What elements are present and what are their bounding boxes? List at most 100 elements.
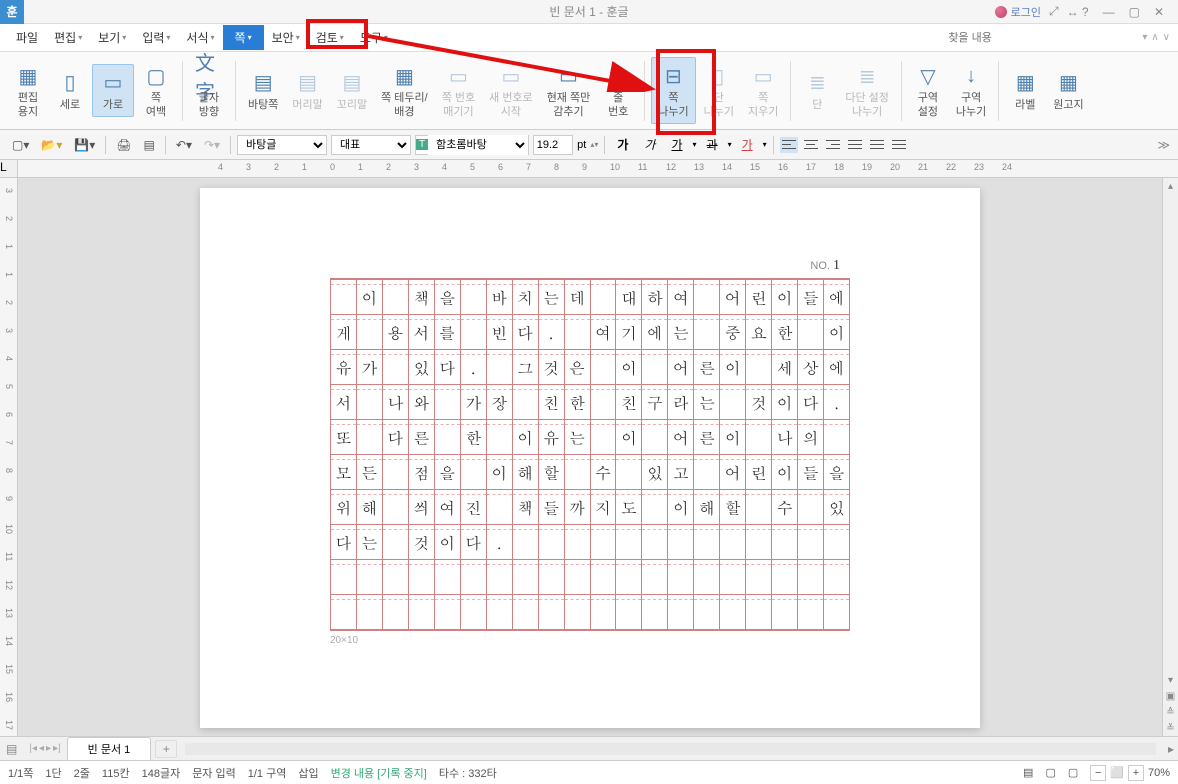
grid-cell[interactable] [383, 280, 409, 314]
grid-cell[interactable]: 가 [357, 350, 383, 384]
grid-cell[interactable]: 다 [383, 420, 409, 454]
grid-cell[interactable]: 이 [616, 350, 642, 384]
grid-cell[interactable]: 까 [565, 490, 591, 524]
grid-cell[interactable]: 유 [539, 420, 565, 454]
grid-cell[interactable] [513, 595, 539, 629]
grid-cell[interactable]: 친 [539, 385, 565, 419]
grid-cell[interactable] [565, 525, 591, 559]
grid-cell[interactable]: 을 [435, 280, 461, 314]
grid-cell[interactable]: 있 [409, 350, 435, 384]
grid-cell[interactable] [824, 525, 850, 559]
menu-입력[interactable]: 입력 ▾ [134, 25, 178, 50]
tabbar-menu-icon[interactable]: ▤ [0, 742, 23, 756]
grid-cell[interactable] [720, 525, 746, 559]
grid-cell[interactable]: 여 [435, 490, 461, 524]
grid-cell[interactable]: 치 [513, 280, 539, 314]
grid-cell[interactable]: 여 [668, 280, 694, 314]
grid-cell[interactable]: 수 [591, 455, 617, 489]
grid-cell[interactable]: 는 [565, 420, 591, 454]
scroll-page-down-icon[interactable]: ≚ [1163, 720, 1178, 736]
grid-cell[interactable]: 와 [409, 385, 435, 419]
grid-cell[interactable]: 들 [798, 280, 824, 314]
grid-cell[interactable]: 어 [720, 455, 746, 489]
font-size-input[interactable] [533, 135, 573, 155]
grid-cell[interactable] [694, 560, 720, 594]
grid-cell[interactable]: 다 [435, 350, 461, 384]
grid-cell[interactable]: 도 [616, 490, 642, 524]
grid-cell[interactable] [824, 560, 850, 594]
grid-cell[interactable] [720, 385, 746, 419]
grid-cell[interactable]: 해 [513, 455, 539, 489]
grid-cell[interactable]: 을 [824, 455, 850, 489]
grid-cell[interactable]: 여 [591, 315, 617, 349]
grid-cell[interactable]: 있 [642, 455, 668, 489]
grid-cell[interactable] [798, 315, 824, 349]
grid-cell[interactable] [772, 525, 798, 559]
grid-cell[interactable] [591, 595, 617, 629]
grid-cell[interactable]: 게 [331, 315, 357, 349]
grid-cell[interactable]: 를 [435, 315, 461, 349]
grid-cell[interactable] [642, 350, 668, 384]
grid-cell[interactable] [487, 490, 513, 524]
align-distribute-button[interactable] [868, 137, 886, 153]
font-select[interactable]: 함초롬바탕 [428, 135, 528, 155]
grid-cell[interactable] [331, 280, 357, 314]
grid-cell[interactable] [798, 595, 824, 629]
login-button[interactable]: 로그인 [995, 4, 1041, 20]
grid-cell[interactable] [409, 595, 435, 629]
maximize-button[interactable]: ▢ [1123, 5, 1146, 19]
grid-cell[interactable]: . [824, 385, 850, 419]
grid-cell[interactable] [539, 560, 565, 594]
grid-cell[interactable] [383, 560, 409, 594]
grid-cell[interactable]: 책 [409, 280, 435, 314]
font-color-button[interactable]: 가 [736, 134, 759, 155]
strike-button[interactable]: 과 [701, 134, 724, 155]
grid-cell[interactable]: 또 [331, 420, 357, 454]
grid-cell[interactable] [720, 595, 746, 629]
grid-cell[interactable]: 다 [513, 315, 539, 349]
grid-cell[interactable]: 가 [461, 385, 487, 419]
new-doc-button[interactable]: ▢▾ [8, 136, 33, 154]
grid-cell[interactable]: 이 [487, 455, 513, 489]
grid-cell[interactable]: 다 [331, 525, 357, 559]
grid-cell[interactable]: 는 [539, 280, 565, 314]
grid-cell[interactable] [591, 280, 617, 314]
ribbon-현재쪽만감추기[interactable]: ▭현재 쪽만 감추기 [541, 58, 597, 122]
search-input[interactable] [942, 28, 1142, 48]
scroll-up-button[interactable]: ▴ [1163, 178, 1178, 194]
align-full-button[interactable] [890, 137, 908, 153]
view-mode-2-icon[interactable]: ▢ [1045, 766, 1055, 779]
ribbon-구역나누기[interactable]: ↓구역 나누기 [950, 58, 992, 122]
grid-cell[interactable] [772, 560, 798, 594]
menu-도구[interactable]: 도구 ▾ [352, 25, 396, 50]
menu-서식[interactable]: 서식 ▾ [178, 25, 222, 50]
ribbon-바탕쪽[interactable]: ▤바탕쪽 [242, 65, 284, 116]
grid-cell[interactable]: 빈 [487, 315, 513, 349]
grid-cell[interactable]: 것 [409, 525, 435, 559]
grid-cell[interactable]: 씌 [409, 490, 435, 524]
grid-cell[interactable]: 책 [513, 490, 539, 524]
grid-cell[interactable]: . [461, 350, 487, 384]
grid-cell[interactable]: 이 [668, 490, 694, 524]
grid-cell[interactable]: 대 [616, 280, 642, 314]
rep-select[interactable]: 대표 [331, 135, 411, 155]
grid-cell[interactable] [668, 525, 694, 559]
grid-cell[interactable]: 른 [694, 350, 720, 384]
grid-cell[interactable]: 유 [331, 350, 357, 384]
grid-cell[interactable] [694, 315, 720, 349]
grid-cell[interactable]: 들 [539, 490, 565, 524]
scroll-h-right-button[interactable]: ▸ [1164, 742, 1178, 756]
toolbar-overflow-icon[interactable]: ≫ [1157, 138, 1170, 152]
grid-cell[interactable]: 나 [383, 385, 409, 419]
ribbon-쪽여백[interactable]: ▢쪽 여백 [136, 58, 176, 122]
grid-cell[interactable] [487, 595, 513, 629]
grid-cell[interactable] [746, 525, 772, 559]
zoom-level[interactable]: 70% [1148, 767, 1170, 779]
grid-cell[interactable] [772, 595, 798, 629]
grid-cell[interactable] [591, 350, 617, 384]
grid-cell[interactable] [435, 420, 461, 454]
document-canvas[interactable]: NO. 1 이 책을 바치는데 대하여 어린이들에게 용서를 빈다. 여기에는 … [18, 178, 1162, 736]
grid-cell[interactable]: 든 [357, 455, 383, 489]
minimize-button[interactable]: — [1097, 5, 1121, 19]
grid-cell[interactable] [487, 560, 513, 594]
